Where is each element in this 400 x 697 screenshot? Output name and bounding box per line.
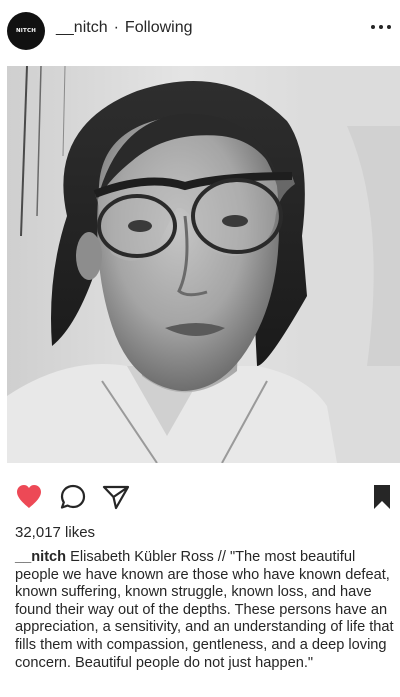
post-caption: __nitch Elisabeth Kübler Ross // "The mo… xyxy=(15,549,397,672)
avatar-logo-text: NITCH xyxy=(15,28,37,34)
post-header: NITCH __nitch · Following xyxy=(0,0,400,62)
header-user-info: __nitch · Following xyxy=(56,19,193,37)
likes-count[interactable]: 32,017 likes xyxy=(15,524,95,541)
share-icon[interactable] xyxy=(102,484,130,510)
comment-icon[interactable] xyxy=(60,484,86,510)
avatar[interactable]: NITCH xyxy=(7,12,45,50)
username-link[interactable]: __nitch xyxy=(56,19,108,36)
heart-icon[interactable] xyxy=(15,484,43,510)
more-options-icon[interactable] xyxy=(370,23,392,31)
portrait-image xyxy=(7,66,400,463)
bookmark-icon[interactable] xyxy=(372,484,392,510)
caption-text: Elisabeth Kübler Ross // "The most beaut… xyxy=(15,549,394,671)
post-actions xyxy=(0,478,400,518)
caption-username[interactable]: __nitch xyxy=(15,549,66,565)
follow-status-button[interactable]: Following xyxy=(125,19,193,36)
separator-dot: · xyxy=(113,19,119,36)
post-photo[interactable] xyxy=(7,66,400,463)
